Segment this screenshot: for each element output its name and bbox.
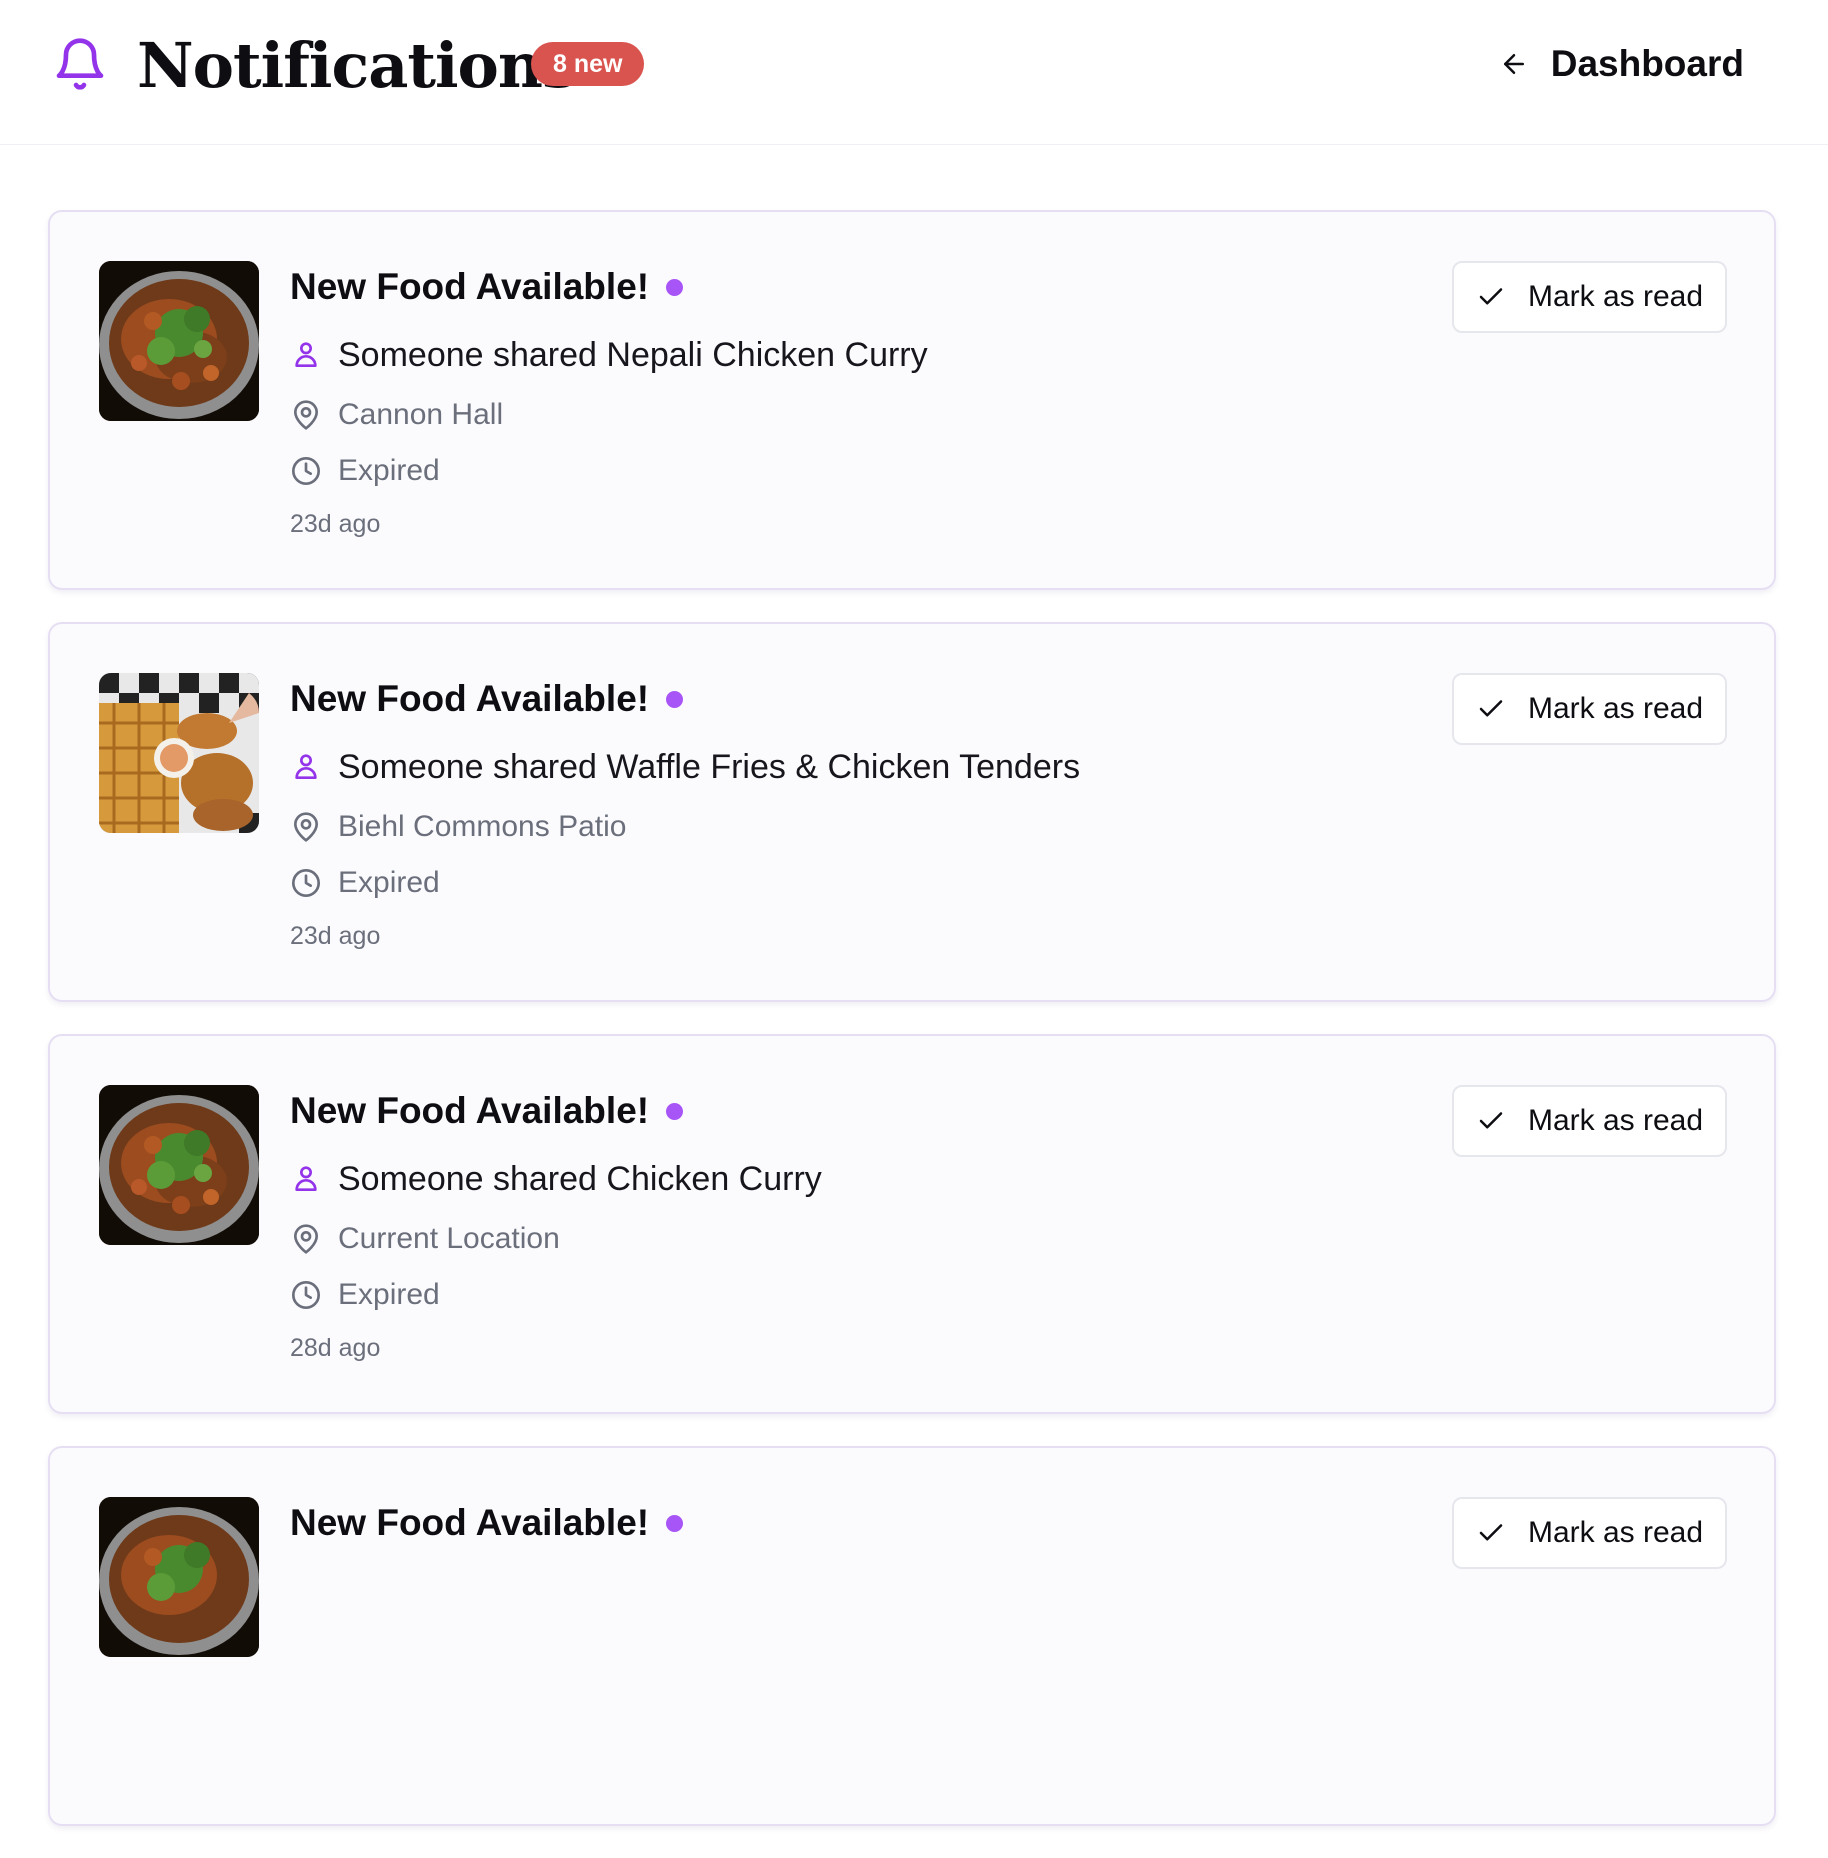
time-ago: 23d ago (290, 922, 381, 950)
location-row: Biehl Commons Patio (290, 802, 1420, 852)
page-header: Notifications 8 new Dashboard (0, 0, 1828, 145)
location-text: Current Location (338, 1222, 560, 1255)
check-icon (1476, 1106, 1506, 1136)
food-thumbnail (99, 261, 259, 421)
expiry-row: Expired (290, 446, 1420, 496)
sharer-row: Someone shared Waffle Fries & Chicken Te… (290, 742, 1420, 792)
food-thumbnail (99, 1497, 259, 1657)
expiry-status: Expired (338, 1278, 440, 1311)
user-icon (290, 1163, 322, 1195)
location-row: Cannon Hall (290, 390, 1420, 440)
notification-content: New Food Available! Someone shared Chick… (290, 1086, 1420, 1368)
unread-dot-icon (666, 1102, 684, 1120)
check-icon (1476, 694, 1506, 724)
sharer-text: Someone shared Nepali Chicken Curry (338, 336, 928, 374)
unread-dot-icon (666, 690, 684, 708)
food-thumbnail (99, 673, 259, 833)
map-pin-icon (290, 1223, 322, 1255)
clock-icon (290, 455, 322, 487)
map-pin-icon (290, 811, 322, 843)
sharer-row: Someone shared Chicken Curry (290, 1154, 1420, 1204)
time-ago: 28d ago (290, 1334, 381, 1362)
notification-content: New Food Available! (290, 1498, 1420, 1548)
location-row: Current Location (290, 1214, 1420, 1264)
curry-photo-icon (99, 1497, 259, 1657)
mark-as-read-label: Mark as read (1527, 280, 1704, 313)
unread-dot-icon (666, 278, 684, 296)
clock-icon (290, 867, 322, 899)
mark-as-read-label: Mark as read (1527, 692, 1704, 725)
notification-title: New Food Available! (290, 1090, 650, 1131)
check-icon (1476, 1518, 1506, 1548)
notification-card: New Food Available! Someone shared Waffl… (48, 622, 1776, 1002)
sharer-row: Someone shared Nepali Chicken Curry (290, 330, 1420, 380)
dashboard-link[interactable]: Dashboard (1499, 36, 1744, 92)
location-text: Biehl Commons Patio (338, 810, 627, 843)
location-text: Cannon Hall (338, 398, 504, 431)
bell-icon (52, 33, 108, 95)
unread-dot-icon (666, 1514, 684, 1532)
fries-tenders-photo-icon (99, 673, 259, 833)
notification-title-row: New Food Available! (290, 1086, 1420, 1136)
notification-title-row: New Food Available! (290, 1498, 1420, 1548)
notification-title-row: New Food Available! (290, 674, 1420, 724)
sharer-text: Someone shared Waffle Fries & Chicken Te… (338, 748, 1081, 786)
mark-as-read-button[interactable]: Mark as read (1452, 1085, 1727, 1157)
curry-photo-icon (99, 1085, 259, 1245)
clock-icon (290, 1279, 322, 1311)
user-icon (290, 751, 322, 783)
time-ago: 23d ago (290, 510, 381, 538)
notification-title: New Food Available! (290, 678, 650, 719)
mark-as-read-button[interactable]: Mark as read (1452, 261, 1727, 333)
curry-photo-icon (99, 261, 259, 421)
arrow-left-icon (1499, 49, 1529, 79)
new-count-badge: 8 new (531, 42, 645, 86)
expiry-row: Expired (290, 1270, 1420, 1320)
notification-card: New Food Available! Mark as read (48, 1446, 1776, 1826)
food-thumbnail (99, 1085, 259, 1245)
notification-title-row: New Food Available! (290, 262, 1420, 312)
notification-title: New Food Available! (290, 1502, 650, 1543)
expiry-status: Expired (338, 866, 440, 899)
mark-as-read-button[interactable]: Mark as read (1452, 673, 1727, 745)
expiry-status: Expired (338, 454, 440, 487)
expiry-row: Expired (290, 858, 1420, 908)
notification-title: New Food Available! (290, 266, 650, 307)
notification-content: New Food Available! Someone shared Waffl… (290, 674, 1420, 956)
notification-card: New Food Available! Someone shared Nepal… (48, 210, 1776, 590)
user-icon (290, 339, 322, 371)
notification-card: New Food Available! Someone shared Chick… (48, 1034, 1776, 1414)
sharer-text: Someone shared Chicken Curry (338, 1160, 822, 1198)
mark-as-read-button[interactable]: Mark as read (1452, 1497, 1727, 1569)
check-icon (1476, 282, 1506, 312)
dashboard-link-label: Dashboard (1550, 43, 1744, 84)
notification-list: New Food Available! Someone shared Nepal… (48, 210, 1776, 1858)
map-pin-icon (290, 399, 322, 431)
mark-as-read-label: Mark as read (1527, 1104, 1704, 1137)
notification-content: New Food Available! Someone shared Nepal… (290, 262, 1420, 544)
mark-as-read-label: Mark as read (1527, 1516, 1704, 1549)
page-title: Notifications (137, 29, 577, 102)
